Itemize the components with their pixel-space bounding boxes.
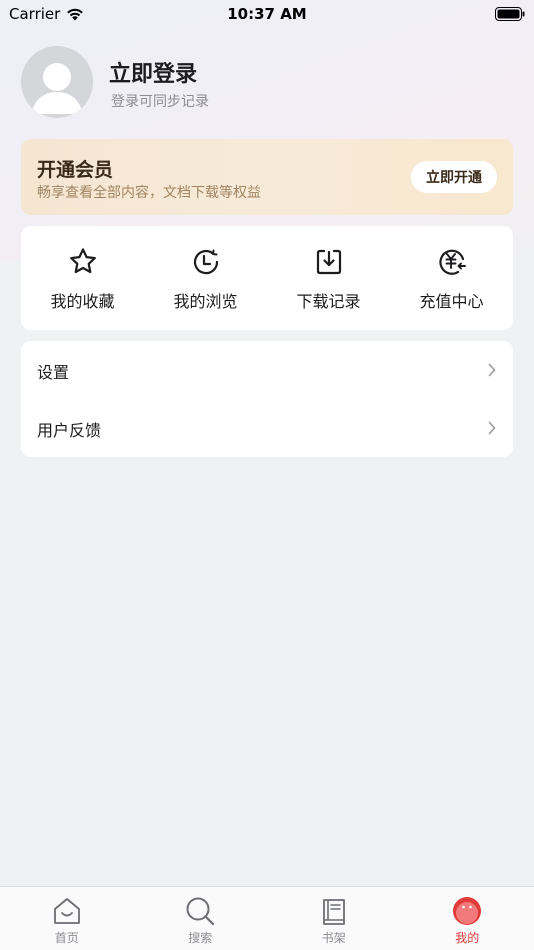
vip-title: 开通会员 — [37, 159, 114, 181]
tab-label: 首页 — [54, 931, 79, 945]
header-background — [0, 0, 534, 260]
tab-bar: 首页 搜索 书架 我的 — [0, 886, 534, 950]
login-title[interactable]: 立即登录 — [109, 56, 197, 88]
quick-action-label: 我的收藏 — [50, 292, 115, 311]
menu-item-label: 设置 — [37, 363, 70, 382]
quick-actions: 我的收藏 我的浏览 下载记录 充值中心 — [21, 226, 513, 330]
tab-label: 搜索 — [188, 931, 213, 945]
status-time: 10:37 AM — [227, 5, 307, 23]
menu-item-label: 用户反馈 — [37, 421, 102, 440]
quick-action-label: 下载记录 — [296, 292, 361, 311]
login-subtitle: 登录可同步记录 — [111, 94, 209, 110]
settings-menu: 设置 用户反馈 — [21, 341, 513, 457]
vip-subtitle: 畅享查看全部内容，文档下载等权益 — [37, 185, 261, 201]
menu-item-feedback[interactable]: 用户反馈 — [21, 399, 513, 457]
vip-open-button[interactable]: 立即开通 — [411, 161, 497, 193]
star-icon — [69, 248, 96, 274]
download-icon — [316, 249, 341, 275]
tab-label: 书架 — [321, 931, 346, 945]
quick-action-label: 我的浏览 — [173, 292, 238, 311]
home-icon — [53, 898, 80, 924]
clock-icon — [193, 249, 218, 275]
tab-home[interactable]: 首页 — [0, 887, 134, 950]
quick-action-downloads[interactable]: 下载记录 — [267, 226, 390, 330]
search-icon — [186, 897, 215, 926]
chevron-right-icon — [488, 363, 496, 377]
quick-action-history[interactable]: 我的浏览 — [144, 226, 267, 330]
profile-icon — [453, 897, 482, 925]
profile-header[interactable]: 立即登录 登录可同步记录 — [21, 46, 501, 120]
quick-action-label: 充值中心 — [419, 292, 484, 311]
tab-mine[interactable]: 我的 — [401, 887, 534, 950]
vip-banner[interactable]: 开通会员 畅享查看全部内容，文档下载等权益 立即开通 — [21, 139, 513, 215]
yuan-recharge-icon — [438, 249, 466, 275]
tab-label: 我的 — [455, 931, 480, 945]
battery-icon — [495, 7, 525, 21]
tab-bookshelf[interactable]: 书架 — [267, 887, 401, 950]
status-bar: Carrier 10:37 AM — [0, 0, 534, 28]
quick-action-favorites[interactable]: 我的收藏 — [21, 226, 144, 330]
chevron-right-icon — [488, 421, 496, 435]
default-avatar-icon — [31, 63, 83, 114]
menu-item-settings[interactable]: 设置 — [21, 341, 513, 399]
book-icon — [322, 899, 345, 925]
quick-action-recharge[interactable]: 充值中心 — [390, 226, 513, 330]
avatar[interactable] — [21, 46, 93, 118]
tab-search[interactable]: 搜索 — [134, 887, 268, 950]
